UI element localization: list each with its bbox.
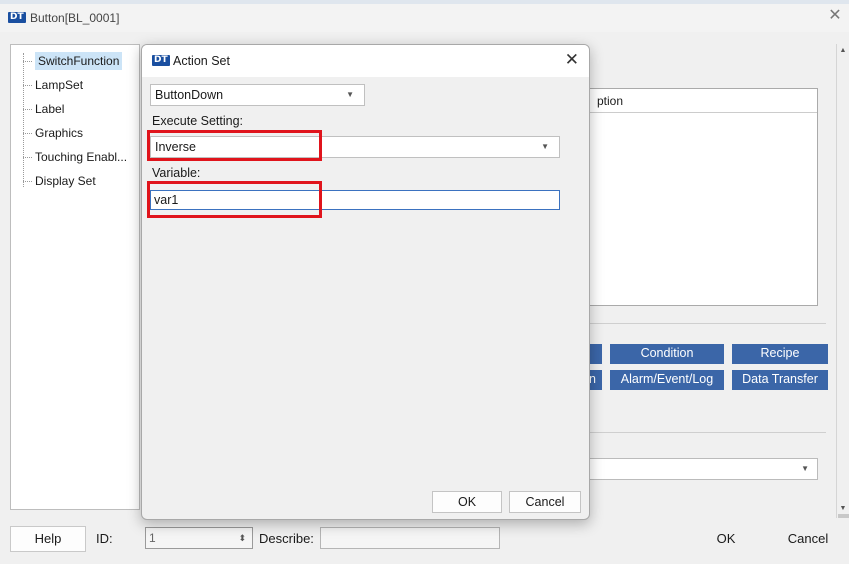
chevron-down-icon: ▼ (346, 90, 354, 99)
tree-item-lampset[interactable]: LampSet (23, 75, 137, 95)
action-list-grid[interactable]: ption (578, 88, 818, 306)
outer-vertical-scrollbar[interactable]: ▲ ▼ (836, 44, 849, 544)
option-dropdown[interactable]: ▼ (578, 458, 818, 480)
spin-arrows-icon[interactable]: ⬍ (238, 528, 246, 548)
app-logo-icon: DT (152, 55, 170, 66)
action-set-title-bar: DT Action Set ✕ (142, 45, 589, 77)
outer-ok-button[interactable]: OK (690, 526, 762, 552)
close-icon[interactable]: ✕ (565, 50, 579, 70)
describe-label: Describe: (259, 531, 314, 546)
ok-button[interactable]: OK (432, 491, 502, 513)
alarm-event-log-button[interactable]: Alarm/Event/Log (610, 370, 724, 390)
describe-input[interactable] (320, 527, 500, 549)
action-set-dialog: DT Action Set ✕ ButtonDown ▼ Execute Set… (141, 44, 590, 520)
tree-item-label[interactable]: Label (23, 99, 137, 119)
divider (578, 323, 826, 324)
highlight-box-execute-setting (147, 130, 322, 161)
trigger-dropdown[interactable]: ButtonDown ▼ (150, 84, 365, 106)
id-label: ID: (96, 531, 113, 546)
outer-title-bar: DT Button[BL_0001] (0, 4, 849, 32)
recipe-button[interactable]: Recipe (732, 344, 828, 364)
chevron-down-icon: ▼ (801, 464, 809, 473)
execute-setting-label: Execute Setting: (152, 114, 244, 128)
tree-item-display-set[interactable]: Display Set (23, 171, 137, 191)
outer-cancel-button[interactable]: Cancel (770, 526, 846, 552)
scroll-down-icon[interactable]: ▼ (837, 502, 849, 516)
grid-header-description: ption (579, 89, 817, 113)
action-set-title: Action Set (173, 54, 230, 68)
outer-window-title: Button[BL_0001] (30, 11, 120, 25)
help-button[interactable]: Help (10, 526, 86, 552)
tree-item-graphics[interactable]: Graphics (23, 123, 137, 143)
id-spinbox[interactable]: 1 ⬍ (145, 527, 253, 549)
chevron-down-icon: ▼ (541, 142, 549, 151)
outer-close-icon[interactable]: ✕ (823, 4, 847, 28)
tree-item-switchfunction[interactable]: SwitchFunction (23, 51, 137, 71)
data-transfer-button[interactable]: Data Transfer (732, 370, 828, 390)
id-value: 1 (149, 531, 156, 545)
trigger-value: ButtonDown (155, 88, 224, 102)
highlight-box-variable (147, 181, 322, 218)
variable-label: Variable: (152, 166, 201, 180)
property-tree: SwitchFunction LampSet Label Graphics To… (10, 44, 140, 510)
tree-item-touching-enable[interactable]: Touching Enabl... (23, 147, 137, 167)
app-logo-icon: DT (8, 12, 26, 23)
scroll-up-icon[interactable]: ▲ (837, 44, 849, 58)
cancel-button[interactable]: Cancel (509, 491, 581, 513)
divider-2 (578, 432, 826, 433)
condition-button[interactable]: Condition (610, 344, 724, 364)
